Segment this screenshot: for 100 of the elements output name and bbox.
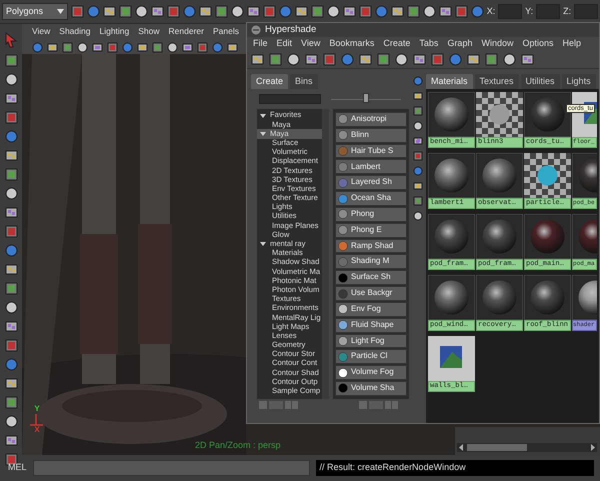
tool-icon[interactable] <box>4 206 18 219</box>
mode-dropdown[interactable]: Polygons <box>2 3 68 20</box>
tool-icon[interactable] <box>503 53 516 66</box>
tool-icon[interactable] <box>4 149 18 162</box>
tool-icon[interactable] <box>246 5 260 18</box>
node-button[interactable]: Shading M <box>335 254 407 270</box>
tool-icon[interactable] <box>4 73 18 86</box>
tool-icon[interactable] <box>287 53 300 66</box>
expand-arrow-icon[interactable] <box>260 112 266 119</box>
expand-arrow-icon[interactable] <box>260 130 266 137</box>
tab[interactable]: Create <box>251 74 288 89</box>
sphere-swatch[interactable] <box>476 153 523 198</box>
tool-icon[interactable] <box>137 42 148 52</box>
menu-item[interactable]: Edit <box>276 39 292 49</box>
node-button[interactable]: Particle Cl <box>335 349 407 364</box>
tool-icon[interactable] <box>182 42 193 52</box>
node-button[interactable]: Phong <box>335 206 407 222</box>
menu-item[interactable]: Renderer <box>168 27 204 37</box>
node-button[interactable]: Volume Sha <box>335 381 407 396</box>
tab[interactable]: Utilities <box>520 74 560 89</box>
expand-arrow-icon[interactable] <box>260 241 266 248</box>
tool-icon[interactable] <box>294 5 308 18</box>
tool-icon[interactable] <box>214 5 228 18</box>
texture-thumbnail[interactable] <box>428 336 475 381</box>
node-button[interactable]: Env Fog <box>335 302 407 317</box>
menu-item[interactable]: File <box>253 39 268 49</box>
tool-icon[interactable] <box>198 5 212 18</box>
node-button[interactable]: Layered Sh <box>335 175 407 190</box>
sphere-swatch[interactable] <box>524 214 571 259</box>
sphere-swatch[interactable] <box>524 275 571 320</box>
menu-item[interactable]: View <box>32 27 50 37</box>
tool-icon[interactable] <box>467 53 480 66</box>
menu-item[interactable]: Shading <box>59 27 90 37</box>
menu-item[interactable]: Options <box>522 39 554 49</box>
node-button[interactable]: Lambert <box>335 159 407 174</box>
tool-icon[interactable] <box>134 5 148 18</box>
tool-icon[interactable] <box>4 282 18 295</box>
sphere-swatch[interactable] <box>428 153 475 198</box>
tool-icon[interactable] <box>4 92 18 105</box>
tool-icon[interactable] <box>485 53 498 66</box>
tool-icon[interactable] <box>167 42 178 52</box>
checker-swatch[interactable] <box>524 153 571 198</box>
scrollbar[interactable] <box>322 109 329 399</box>
tool-icon[interactable] <box>377 53 390 66</box>
coordinate-field[interactable] <box>498 4 522 19</box>
tool-icon[interactable] <box>118 5 132 18</box>
menu-item[interactable]: Help <box>562 39 582 49</box>
sphere-swatch[interactable] <box>428 275 475 320</box>
tool-icon[interactable] <box>251 53 264 66</box>
tool-icon[interactable] <box>310 5 324 18</box>
tool-icon[interactable] <box>230 5 244 18</box>
checker-swatch[interactable] <box>476 92 523 137</box>
tool-icon[interactable] <box>326 5 340 18</box>
tool-icon[interactable] <box>269 53 282 66</box>
scrollbar[interactable] <box>457 443 597 452</box>
node-button[interactable]: Phong E <box>335 222 407 238</box>
sphere-swatch[interactable] <box>428 214 475 259</box>
tool-icon[interactable] <box>4 415 18 428</box>
tool-icon[interactable] <box>521 53 534 66</box>
command-field[interactable] <box>32 460 310 476</box>
menu-item[interactable]: Window <box>481 39 514 49</box>
node-button[interactable]: Surface Sh <box>335 270 407 286</box>
node-button[interactable]: Light Fog <box>335 334 407 348</box>
tool-icon[interactable] <box>4 377 18 390</box>
sphere-swatch[interactable] <box>572 214 597 259</box>
tool-icon[interactable] <box>4 263 18 276</box>
menu-item[interactable]: Tabs <box>419 39 438 49</box>
tool-icon[interactable] <box>395 53 408 66</box>
sphere-swatch[interactable] <box>476 214 523 259</box>
tool-icon[interactable] <box>4 168 18 181</box>
tool-icon[interactable] <box>406 5 420 18</box>
sphere-swatch[interactable] <box>428 92 475 137</box>
tool-icon[interactable] <box>4 396 18 409</box>
menu-item[interactable]: Panels <box>212 27 239 37</box>
tool-icon[interactable] <box>342 5 356 18</box>
tool-icon[interactable] <box>4 320 18 333</box>
tool-icon[interactable] <box>4 54 18 67</box>
tool-icon[interactable] <box>359 53 372 66</box>
tool-icon[interactable] <box>305 53 318 66</box>
node-button[interactable]: Volume Fog <box>335 365 407 380</box>
sphere-swatch[interactable] <box>476 275 523 320</box>
sphere-swatch[interactable] <box>572 275 597 320</box>
coordinate-field[interactable] <box>574 4 598 19</box>
node-button[interactable]: Anisotropi <box>335 112 407 127</box>
tool-icon[interactable] <box>92 42 103 52</box>
tool-icon[interactable] <box>62 42 73 52</box>
menu-item[interactable]: Show <box>138 27 160 37</box>
menu-item[interactable]: Lighting <box>99 27 130 37</box>
tool-icon[interactable] <box>4 301 18 314</box>
search-field[interactable] <box>259 94 321 104</box>
tool-icon[interactable] <box>422 5 436 18</box>
tool-icon[interactable] <box>4 187 18 200</box>
tool-icon[interactable] <box>77 42 88 52</box>
node-button[interactable]: Use Backgr <box>335 286 407 301</box>
tab[interactable]: Lights <box>562 74 596 89</box>
tool-icon[interactable] <box>150 5 164 18</box>
select-arrow-icon[interactable] <box>4 32 18 48</box>
node-button[interactable]: Fluid Shape <box>335 318 407 333</box>
tool-icon[interactable] <box>438 5 452 18</box>
tool-icon[interactable] <box>102 5 116 18</box>
